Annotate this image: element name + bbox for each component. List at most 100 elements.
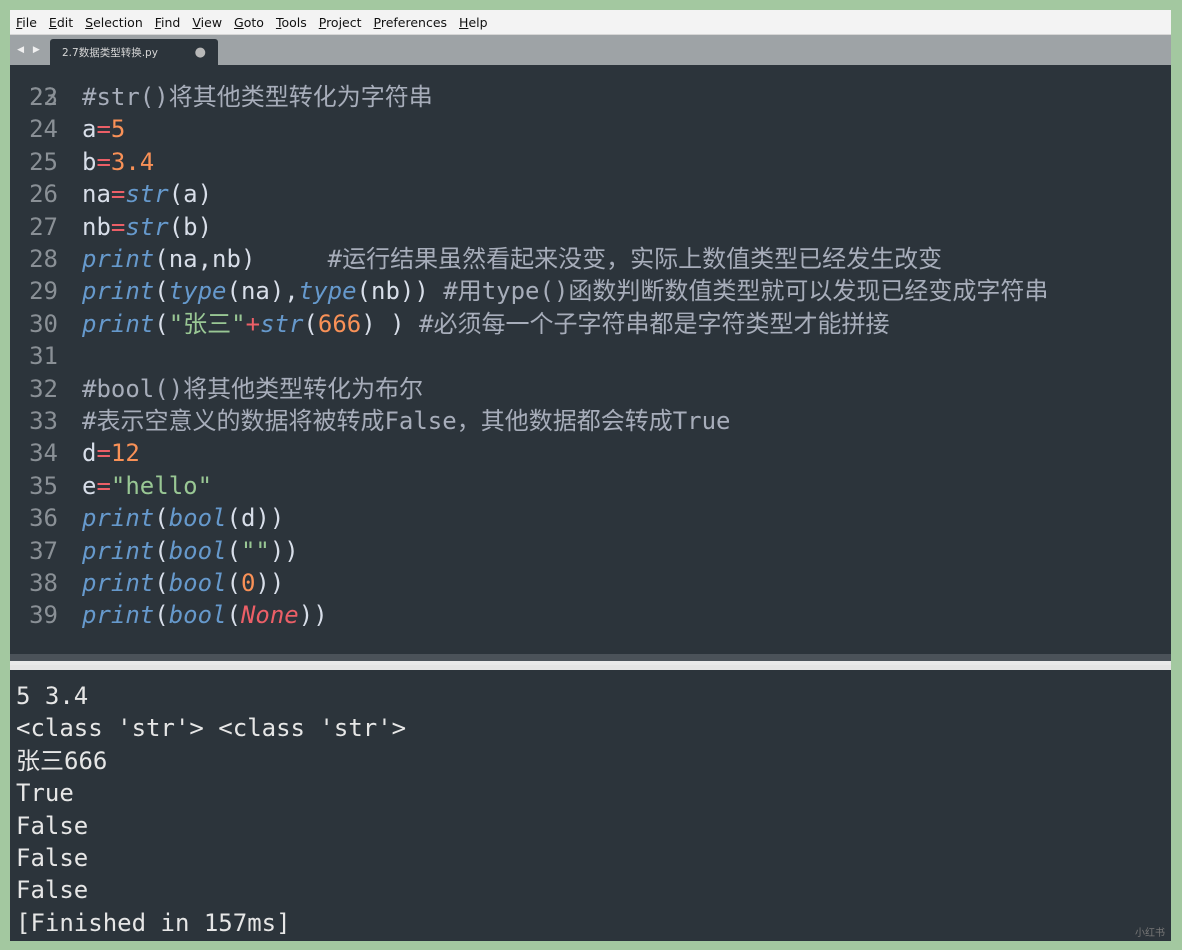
menu-selection[interactable]: Selection <box>79 15 149 30</box>
line-number: 26 <box>29 180 58 209</box>
menu-tools[interactable]: Tools <box>270 15 313 30</box>
code-token: (d)) <box>226 504 285 533</box>
code-token: = <box>96 471 111 500</box>
code-token: #表示空意义的数据将被转成False，其他数据都会转成True <box>82 407 731 435</box>
code-text: #bool()将其他类型转化为布尔 <box>82 373 423 405</box>
code-text: d=12 <box>82 437 140 469</box>
line-number: 27 <box>29 212 58 241</box>
code-token: type <box>168 277 227 306</box>
menu-project[interactable]: Project <box>313 15 368 30</box>
unsaved-dot-icon[interactable]: ● <box>195 45 206 60</box>
line-number: 28 <box>29 245 58 273</box>
code-token: ( <box>154 569 169 597</box>
code-line: 36 print(bool(d)) <box>10 502 1171 534</box>
line-number: 36 <box>29 504 58 533</box>
output-line: True <box>16 779 74 808</box>
menu-help[interactable]: Help <box>453 15 494 30</box>
output-line: False <box>16 811 89 840</box>
code-line: 25 b=3.4 <box>10 146 1171 178</box>
code-token: print <box>82 245 155 273</box>
code-token: #运行结果虽然看起来没变，实际上数值类型已经发生改变 <box>327 245 943 273</box>
code-token: (na), <box>226 277 299 306</box>
code-token: ( <box>154 309 169 338</box>
code-token: #str()将其他类型转化为字符串 <box>82 83 433 111</box>
code-token: bool <box>168 536 227 565</box>
code-text: print(bool(0)) <box>82 567 284 599</box>
code-token: = <box>96 115 111 144</box>
menu-file[interactable]: File <box>10 15 43 30</box>
code-token: = <box>96 147 111 176</box>
code-line: 26 na=str(a) <box>10 178 1171 210</box>
code-token: print <box>82 601 155 630</box>
code-token: type <box>298 277 357 306</box>
code-line: 32 #bool()将其他类型转化为布尔 <box>10 373 1171 405</box>
watermark: 小红书 <box>1135 928 1165 939</box>
code-token: (na,nb) <box>154 245 328 273</box>
code-token: print <box>82 309 155 338</box>
output-line: 5 3.4 <box>16 682 89 710</box>
line-number: 30 <box>29 309 58 338</box>
code-editor[interactable]: 22 23 #str()将其他类型转化为字符串 24 a=5 25 b=3.4 26 na=s… <box>10 65 1171 654</box>
line-number: 29 <box>29 277 58 306</box>
code-token: e <box>82 471 97 500</box>
line-number: 32 <box>29 374 58 403</box>
code-line: 34 d=12 <box>10 437 1171 469</box>
code-token: 5 <box>110 115 126 144</box>
code-text: print(type(na),type(nb)) #用type()函数判断数值类… <box>82 275 1048 307</box>
line-number: 31 <box>29 342 58 371</box>
menu-goto[interactable]: Goto <box>228 15 270 30</box>
tab-title: 2.7数据类型转换.py <box>62 46 158 59</box>
code-line: 35 e="hello" <box>10 470 1171 502</box>
code-token: #必须每一个子字符串都是字符类型才能拼接 <box>419 309 890 338</box>
menu-bar: File Edit Selection Find View Goto Tools Projec… <box>10 10 1171 35</box>
code-token: ( <box>154 536 169 565</box>
code-token: None <box>240 601 299 630</box>
code-token: ( <box>154 601 169 630</box>
line-number: 34 <box>29 439 58 468</box>
code-token: nb <box>82 212 111 241</box>
code-token: )) <box>298 601 328 630</box>
line-number: 39 <box>29 601 58 630</box>
code-token: = <box>110 212 126 241</box>
code-text: print(na,nb) #运行结果虽然看起来没变，实际上数值类型已经发生改变 <box>82 243 942 275</box>
output-line: 张三666 <box>16 746 108 775</box>
menu-view[interactable]: View <box>186 15 228 30</box>
code-token: 3.4 <box>110 147 155 176</box>
menu-edit[interactable]: Edit <box>43 15 79 30</box>
code-token: ) ) <box>361 309 420 338</box>
code-token: = <box>110 180 126 209</box>
output-line: [Finished in 157ms] <box>16 908 291 937</box>
code-line: 30 print("张三"+str(666) ) #必须每一个子字符串都是字符类型… <box>10 308 1171 340</box>
code-line: 22 <box>10 65 1171 111</box>
code-token: (a) <box>168 180 213 209</box>
code-token: str <box>125 212 169 241</box>
code-text: #str()将其他类型转化为字符串 <box>82 81 433 113</box>
menu-preferences[interactable]: Preferences <box>368 15 454 30</box>
code-text: b=3.4 <box>82 146 154 178</box>
output-line: False <box>16 876 89 905</box>
code-token: 666 <box>317 309 362 338</box>
code-text: nb=str(b) <box>82 211 212 243</box>
code-token: bool <box>168 504 227 533</box>
code-token: )) <box>255 569 285 597</box>
panel-splitter[interactable] <box>10 654 1171 670</box>
tab-nav-arrows[interactable]: ◀ ▶ <box>10 35 50 65</box>
code-line: 27 nb=str(b) <box>10 211 1171 243</box>
code-text: a=5 <box>82 113 125 145</box>
code-token: a <box>82 115 97 144</box>
line-number: 38 <box>29 569 58 597</box>
code-line: 24 a=5 <box>10 113 1171 145</box>
code-token: "张三" <box>168 309 246 338</box>
code-token: bool <box>168 569 227 597</box>
code-line: 29 print(type(na),type(nb)) #用type()函数判断数… <box>10 275 1171 307</box>
code-token: str <box>260 309 304 338</box>
menu-find[interactable]: Find <box>149 15 187 30</box>
code-line: 31 <box>10 340 1171 372</box>
code-token: "hello" <box>110 471 213 500</box>
code-token: print <box>82 277 155 306</box>
code-token: print <box>82 569 155 597</box>
output-panel: 小红书 5 3.4 <class 'str'> <class 'str'> 张三66… <box>10 670 1171 941</box>
tab-file[interactable]: 2.7数据类型转换.py ● <box>50 39 218 65</box>
code-text: #表示空意义的数据将被转成False，其他数据都会转成True <box>82 405 731 437</box>
line-number: 25 <box>29 147 58 176</box>
